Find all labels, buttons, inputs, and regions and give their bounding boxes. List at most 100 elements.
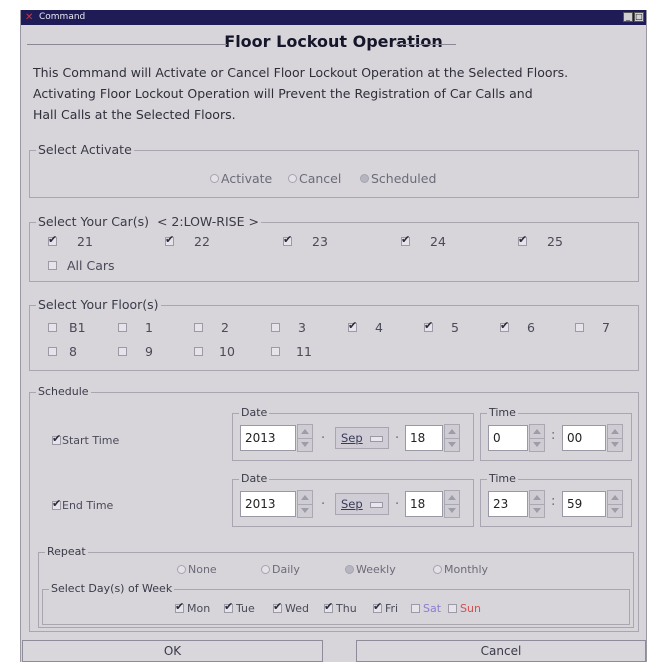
car-checkbox-23[interactable]: 23 <box>283 233 328 249</box>
day-label: Fri <box>385 602 399 615</box>
spin-up-icon[interactable] <box>530 491 544 505</box>
floor-checkbox-11[interactable]: 11 <box>271 344 312 359</box>
floors-group: Select Your Floor(s) B1 1 2 3 4 5 6 7 8 … <box>29 297 639 371</box>
day-checkbox-sat[interactable]: Sat <box>411 602 441 615</box>
spin-down-icon[interactable] <box>445 504 459 517</box>
floor-checkbox-4[interactable]: 4 <box>348 319 383 335</box>
car-checkbox-21[interactable]: 21 <box>48 233 93 249</box>
day-checkbox-wed[interactable]: Wed <box>273 600 309 615</box>
end-day-field[interactable]: 18 <box>405 491 443 517</box>
date-separator: . <box>321 427 326 442</box>
maximize-button[interactable]: □ <box>634 12 644 22</box>
floor-checkbox-9[interactable]: 9 <box>118 344 153 359</box>
check-icon <box>324 600 333 613</box>
floor-checkbox-5[interactable]: 5 <box>424 319 459 335</box>
window-buttons: _ □ <box>623 12 644 22</box>
days-legend: Select Day(s) of Week <box>49 581 175 597</box>
start-day-spinner[interactable] <box>444 424 460 452</box>
checkbox-box <box>575 323 584 332</box>
end-minute-spinner[interactable] <box>607 490 623 518</box>
floor-label: 9 <box>145 344 153 359</box>
month-value: Sep <box>341 431 363 445</box>
floor-label: 3 <box>298 320 306 335</box>
floor-checkbox-10[interactable]: 10 <box>194 344 235 359</box>
minimize-button[interactable]: _ <box>623 12 633 22</box>
date-separator: . <box>321 493 326 508</box>
date-separator: . <box>395 427 400 442</box>
floor-checkbox-3[interactable]: 3 <box>271 320 306 335</box>
car-checkbox-25[interactable]: 25 <box>518 233 563 249</box>
floor-checkbox-7[interactable]: 7 <box>575 320 610 335</box>
day-checkbox-thu[interactable]: Thu <box>324 600 357 615</box>
day-checkbox-sun[interactable]: Sun <box>448 602 481 615</box>
spin-up-icon[interactable] <box>445 425 459 439</box>
spin-down-icon[interactable] <box>530 438 544 451</box>
radio-none-indicator <box>177 565 186 574</box>
end-year-field[interactable]: 2013 <box>240 491 296 517</box>
floor-checkbox-b1[interactable]: B1 <box>48 320 86 335</box>
spin-down-icon[interactable] <box>298 438 312 451</box>
all-cars-checkbox[interactable]: All Cars <box>48 258 115 273</box>
spin-up-icon[interactable] <box>608 491 622 505</box>
floor-checkbox-2[interactable]: 2 <box>194 320 229 335</box>
floor-checkbox-6[interactable]: 6 <box>500 319 535 335</box>
end-month-select[interactable]: Sep <box>335 493 389 515</box>
spin-down-icon[interactable] <box>608 438 622 451</box>
spin-up-icon[interactable] <box>530 425 544 439</box>
check-icon <box>273 600 282 613</box>
checkbox-box <box>194 323 203 332</box>
car-label: 23 <box>312 234 328 249</box>
spin-down-icon[interactable] <box>445 438 459 451</box>
radio-cancel[interactable]: Cancel <box>288 171 341 186</box>
title-bar[interactable]: ✕ Command _ □ <box>21 10 646 25</box>
end-minute-field[interactable]: 59 <box>562 491 606 517</box>
cars-legend: Select Your Car(s) < 2:LOW-RISE > <box>36 214 261 230</box>
spin-up-icon[interactable] <box>445 491 459 505</box>
start-month-select[interactable]: Sep <box>335 427 389 449</box>
radio-scheduled[interactable]: Scheduled <box>360 171 436 186</box>
end-year-spinner[interactable] <box>297 490 313 518</box>
check-icon <box>500 319 509 332</box>
end-hour-field[interactable]: 23 <box>488 491 528 517</box>
floor-checkbox-1[interactable]: 1 <box>118 320 153 335</box>
checkbox-box <box>271 347 280 356</box>
radio-activate[interactable]: Activate <box>210 171 272 186</box>
start-day-field[interactable]: 18 <box>405 425 443 451</box>
radio-monthly[interactable]: Monthly <box>433 563 488 576</box>
spin-down-icon[interactable] <box>530 504 544 517</box>
car-label: 25 <box>547 234 563 249</box>
ok-button[interactable]: OK <box>22 640 323 662</box>
date-separator: . <box>395 493 400 508</box>
spin-down-icon[interactable] <box>298 504 312 517</box>
floor-checkbox-8[interactable]: 8 <box>48 344 77 359</box>
start-year-field[interactable]: 2013 <box>240 425 296 451</box>
car-checkbox-24[interactable]: 24 <box>401 233 446 249</box>
spin-up-icon[interactable] <box>298 491 312 505</box>
cancel-button[interactable]: Cancel <box>356 640 646 662</box>
spin-up-icon[interactable] <box>298 425 312 439</box>
spin-down-icon[interactable] <box>608 504 622 517</box>
start-time-checkbox[interactable]: Start Time <box>52 432 119 447</box>
start-hour-spinner[interactable] <box>529 424 545 452</box>
radio-label: Monthly <box>444 563 489 576</box>
radio-weekly[interactable]: Weekly <box>345 563 396 576</box>
time-legend: Time <box>487 471 518 487</box>
car-checkbox-22[interactable]: 22 <box>165 233 210 249</box>
spin-up-icon[interactable] <box>608 425 622 439</box>
start-minute-spinner[interactable] <box>607 424 623 452</box>
day-checkbox-fri[interactable]: Fri <box>373 600 399 615</box>
start-minute-field[interactable]: 00 <box>562 425 606 451</box>
end-day-spinner[interactable] <box>444 490 460 518</box>
schedule-legend: Schedule <box>36 384 91 400</box>
day-checkbox-tue[interactable]: Tue <box>224 600 255 615</box>
end-time-checkbox[interactable]: End Time <box>52 497 113 512</box>
end-hour-spinner[interactable] <box>529 490 545 518</box>
start-year-spinner[interactable] <box>297 424 313 452</box>
radio-none[interactable]: None <box>177 563 217 576</box>
start-hour-field[interactable]: 0 <box>488 425 528 451</box>
day-checkbox-mon[interactable]: Mon <box>175 600 210 615</box>
radio-label: Weekly <box>356 563 396 576</box>
floor-label: 10 <box>219 344 235 359</box>
checkbox-box <box>271 323 280 332</box>
radio-daily[interactable]: Daily <box>261 563 300 576</box>
